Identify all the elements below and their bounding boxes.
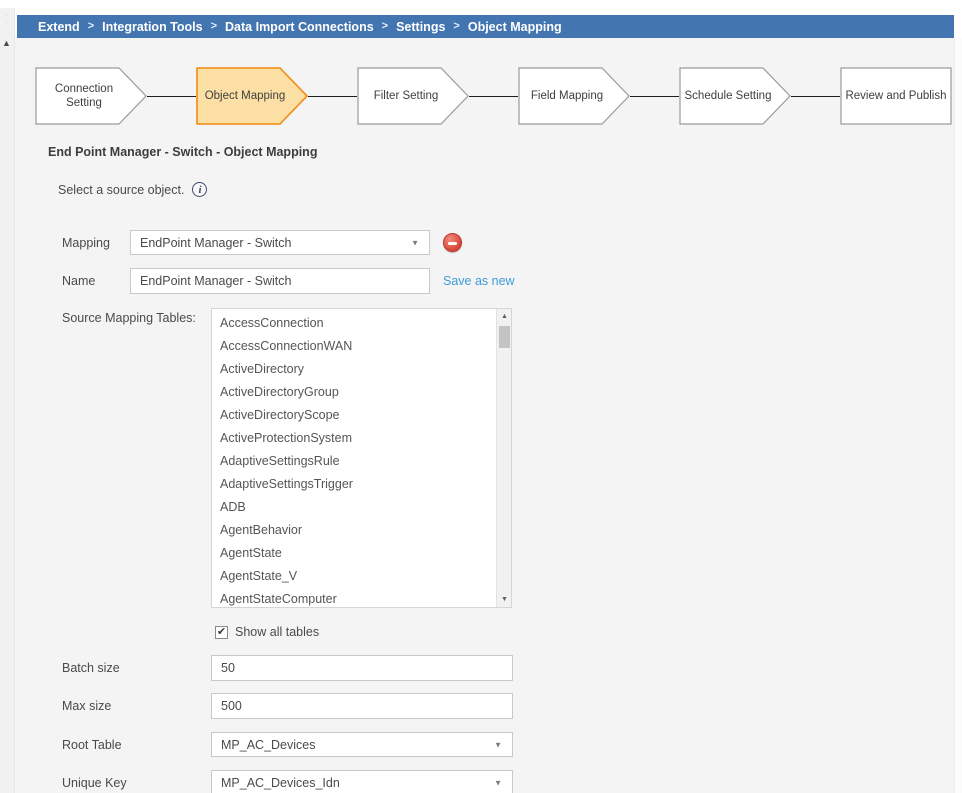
list-item[interactable]: AdaptiveSettingsTrigger bbox=[212, 473, 496, 496]
breadcrumb-item-data-import-connections[interactable]: Data Import Connections bbox=[225, 20, 374, 34]
app-window: ·· ▲ Extend > Integration Tools > Data I… bbox=[0, 0, 962, 793]
page-scrollbar[interactable] bbox=[954, 38, 962, 793]
breadcrumb-separator-icon: > bbox=[382, 20, 388, 32]
list-item[interactable]: AgentStateComputer bbox=[212, 588, 496, 607]
batch-size-input[interactable]: 50 bbox=[211, 655, 513, 681]
show-all-tables-label: Show all tables bbox=[235, 625, 319, 639]
max-size-label: Max size bbox=[62, 699, 111, 713]
name-label: Name bbox=[62, 274, 95, 288]
collapse-up-icon[interactable]: ▲ bbox=[2, 38, 11, 48]
step-label: Schedule Setting bbox=[682, 67, 774, 125]
mapping-label: Mapping bbox=[62, 236, 110, 250]
step-connector bbox=[147, 96, 196, 97]
root-table-label: Root Table bbox=[62, 738, 122, 752]
step-label: Field Mapping bbox=[521, 67, 613, 125]
breadcrumb-separator-icon: > bbox=[453, 20, 459, 32]
list-item[interactable]: AgentState_V bbox=[212, 565, 496, 588]
splitter-grip: ·· bbox=[5, 12, 8, 26]
breadcrumb-separator-icon: > bbox=[211, 20, 217, 32]
step-field-mapping[interactable]: Field Mapping bbox=[518, 67, 630, 125]
chevron-down-icon: ▼ bbox=[494, 740, 502, 749]
source-tables-list: AccessConnection AccessConnectionWAN Act… bbox=[212, 312, 496, 607]
unique-key-label: Unique Key bbox=[62, 776, 127, 790]
info-icon[interactable]: i bbox=[192, 182, 207, 197]
remove-mapping-button[interactable] bbox=[443, 233, 462, 252]
root-table-value: MP_AC_Devices bbox=[221, 738, 315, 752]
breadcrumb-item-settings[interactable]: Settings bbox=[396, 20, 445, 34]
breadcrumb-item-integration-tools[interactable]: Integration Tools bbox=[102, 20, 202, 34]
chevron-down-icon: ▼ bbox=[494, 778, 502, 787]
breadcrumb-item-object-mapping[interactable]: Object Mapping bbox=[468, 20, 562, 34]
list-item[interactable]: AccessConnection bbox=[212, 312, 496, 335]
step-connector bbox=[791, 96, 840, 97]
step-review-and-publish[interactable]: Review and Publish bbox=[840, 67, 952, 125]
breadcrumb-item-extend[interactable]: Extend bbox=[38, 20, 80, 34]
list-item[interactable]: ActiveDirectoryGroup bbox=[212, 381, 496, 404]
instruction-row: Select a source object. i bbox=[58, 182, 207, 197]
step-schedule-setting[interactable]: Schedule Setting bbox=[679, 67, 791, 125]
step-filter-setting[interactable]: Filter Setting bbox=[357, 67, 469, 125]
batch-size-value: 50 bbox=[221, 661, 235, 675]
scrollbar-thumb[interactable] bbox=[499, 326, 510, 348]
workflow-stepper: Connection Setting Object Mapping Filter… bbox=[35, 67, 952, 125]
step-label: Review and Publish bbox=[843, 67, 949, 125]
chevron-down-icon: ▼ bbox=[411, 238, 419, 247]
show-all-tables-row[interactable]: ✔ Show all tables bbox=[215, 625, 319, 639]
name-input-value: EndPoint Manager - Switch bbox=[140, 274, 291, 288]
step-object-mapping-active[interactable]: Object Mapping bbox=[196, 67, 308, 125]
list-item[interactable]: ActiveProtectionSystem bbox=[212, 427, 496, 450]
root-table-dropdown[interactable]: MP_AC_Devices ▼ bbox=[211, 732, 513, 757]
left-splitter-rail[interactable]: ·· ▲ bbox=[0, 8, 15, 793]
show-all-tables-checkbox[interactable]: ✔ bbox=[215, 626, 228, 639]
step-label: Object Mapping bbox=[199, 67, 291, 125]
breadcrumb: Extend > Integration Tools > Data Import… bbox=[17, 15, 954, 38]
list-item[interactable]: AgentState bbox=[212, 542, 496, 565]
scroll-up-icon[interactable]: ▲ bbox=[497, 309, 512, 324]
breadcrumb-separator-icon: > bbox=[88, 20, 94, 32]
source-mapping-tables-label: Source Mapping Tables: bbox=[62, 311, 196, 325]
list-item[interactable]: AdaptiveSettingsRule bbox=[212, 450, 496, 473]
list-item[interactable]: AccessConnectionWAN bbox=[212, 335, 496, 358]
source-tables-listbox[interactable]: AccessConnection AccessConnectionWAN Act… bbox=[211, 308, 512, 608]
listbox-scrollbar[interactable]: ▲ ▼ bbox=[496, 309, 511, 607]
unique-key-dropdown[interactable]: MP_AC_Devices_Idn ▼ bbox=[211, 770, 513, 793]
instruction-text: Select a source object. bbox=[58, 183, 184, 197]
step-label: Connection Setting bbox=[38, 67, 130, 125]
list-item[interactable]: ADB bbox=[212, 496, 496, 519]
step-connection-setting[interactable]: Connection Setting bbox=[35, 67, 147, 125]
check-icon: ✔ bbox=[217, 627, 226, 638]
step-connector bbox=[630, 96, 679, 97]
minus-icon bbox=[448, 242, 457, 245]
list-item[interactable]: ActiveDirectoryScope bbox=[212, 404, 496, 427]
list-item[interactable]: ActiveDirectory bbox=[212, 358, 496, 381]
batch-size-label: Batch size bbox=[62, 661, 120, 675]
max-size-value: 500 bbox=[221, 699, 242, 713]
scroll-down-icon[interactable]: ▼ bbox=[497, 592, 512, 607]
page-title: End Point Manager - Switch - Object Mapp… bbox=[48, 145, 317, 159]
max-size-input[interactable]: 500 bbox=[211, 693, 513, 719]
step-label: Filter Setting bbox=[360, 67, 452, 125]
save-as-new-link[interactable]: Save as new bbox=[443, 274, 515, 288]
mapping-dropdown-value: EndPoint Manager - Switch bbox=[140, 236, 291, 250]
name-input[interactable]: EndPoint Manager - Switch bbox=[130, 268, 430, 294]
mapping-dropdown[interactable]: EndPoint Manager - Switch ▼ bbox=[130, 230, 430, 255]
step-connector bbox=[308, 96, 357, 97]
unique-key-value: MP_AC_Devices_Idn bbox=[221, 776, 340, 790]
step-connector bbox=[469, 96, 518, 97]
list-item[interactable]: AgentBehavior bbox=[212, 519, 496, 542]
